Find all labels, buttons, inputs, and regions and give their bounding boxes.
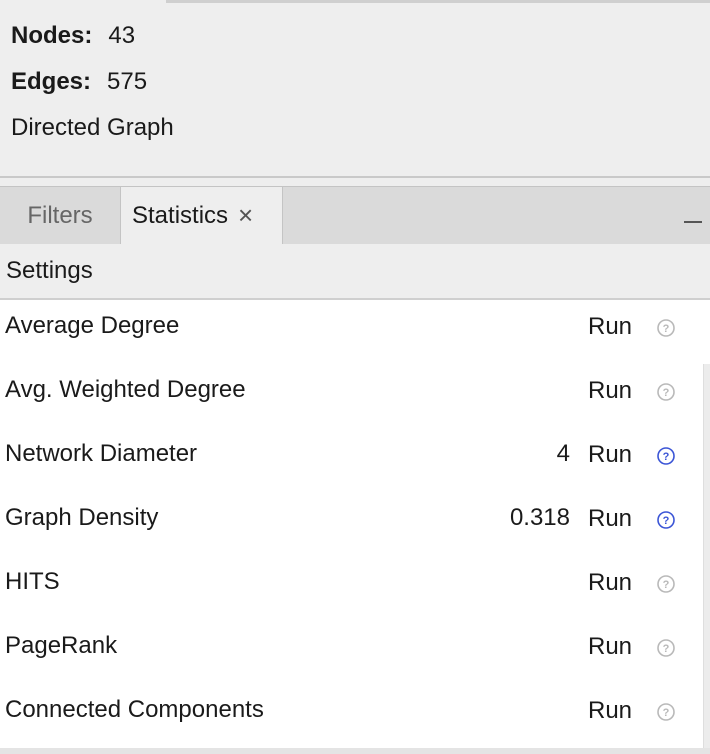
- run-button[interactable]: Run: [588, 633, 632, 661]
- nodes-count: 43: [108, 22, 136, 49]
- stat-value: 0.318: [509, 504, 570, 531]
- edges-label: Edges:: [11, 68, 92, 95]
- run-button[interactable]: Run: [588, 313, 632, 341]
- svg-text:?: ?: [663, 515, 670, 527]
- stat-row-hits: HITS Run ?: [0, 556, 700, 620]
- svg-text:?: ?: [663, 579, 670, 591]
- run-button[interactable]: Run: [588, 569, 632, 597]
- stat-name: Average Degree: [5, 312, 180, 339]
- run-button[interactable]: Run: [588, 441, 632, 469]
- stat-row-network-diameter: Network Diameter 4 Run ?: [0, 428, 700, 492]
- svg-text:?: ?: [663, 387, 670, 399]
- help-icon[interactable]: ?: [657, 383, 675, 401]
- settings-button[interactable]: Settings: [6, 257, 93, 285]
- help-icon[interactable]: ?: [657, 703, 675, 721]
- help-icon[interactable]: ?: [657, 639, 675, 657]
- help-icon[interactable]: ?: [657, 319, 675, 337]
- stat-row-graph-density: Graph Density 0.318 Run ?: [0, 492, 700, 556]
- tab-statistics[interactable]: Statistics ×: [120, 187, 283, 245]
- stat-name: HITS: [5, 568, 60, 595]
- tab-filters[interactable]: Filters: [0, 187, 120, 244]
- minimize-icon[interactable]: [682, 205, 704, 227]
- svg-text:?: ?: [663, 451, 670, 463]
- svg-text:?: ?: [663, 643, 670, 655]
- scrollbar[interactable]: [703, 364, 710, 748]
- stat-name: Connected Components: [5, 696, 264, 723]
- stat-name: PageRank: [5, 632, 118, 659]
- edges-line: Edges: 575: [11, 68, 147, 96]
- tab-statistics-label: Statistics: [132, 202, 229, 229]
- graph-type: Directed Graph: [11, 114, 174, 141]
- run-button[interactable]: Run: [588, 377, 632, 405]
- settings-bar: Settings: [0, 244, 710, 300]
- stat-row-average-degree: Average Degree Run ?: [0, 300, 700, 364]
- tab-filters-label: Filters: [27, 202, 93, 229]
- tab-bar: Filters Statistics ×: [0, 186, 710, 245]
- svg-text:?: ?: [663, 323, 670, 335]
- stat-name: Graph Density: [5, 504, 159, 531]
- help-icon[interactable]: ?: [657, 575, 675, 593]
- nodes-line: Nodes: 43: [11, 22, 135, 50]
- close-icon[interactable]: ×: [238, 187, 253, 244]
- graph-info-panel: Nodes: 43 Edges: 575 Directed Graph: [0, 3, 710, 176]
- stat-row-avg-weighted-degree: Avg. Weighted Degree Run ?: [0, 364, 700, 428]
- stat-name: Avg. Weighted Degree: [5, 376, 246, 403]
- svg-text:?: ?: [663, 707, 670, 719]
- edges-count: 575: [107, 68, 148, 95]
- help-icon[interactable]: ?: [657, 511, 675, 529]
- help-icon[interactable]: ?: [657, 447, 675, 465]
- stat-value: 4: [556, 440, 570, 467]
- stat-name: Network Diameter: [5, 440, 198, 467]
- stat-row-connected-components: Connected Components Run ?: [0, 684, 700, 748]
- nodes-label: Nodes:: [11, 22, 93, 49]
- stat-row-pagerank: PageRank Run ?: [0, 620, 700, 684]
- run-button[interactable]: Run: [588, 697, 632, 725]
- statistics-list: Average Degree Run ? Avg. Weighted Degre…: [0, 300, 710, 748]
- run-button[interactable]: Run: [588, 505, 632, 533]
- panel-bottom-edge: [0, 748, 710, 754]
- panel-divider: [0, 176, 710, 178]
